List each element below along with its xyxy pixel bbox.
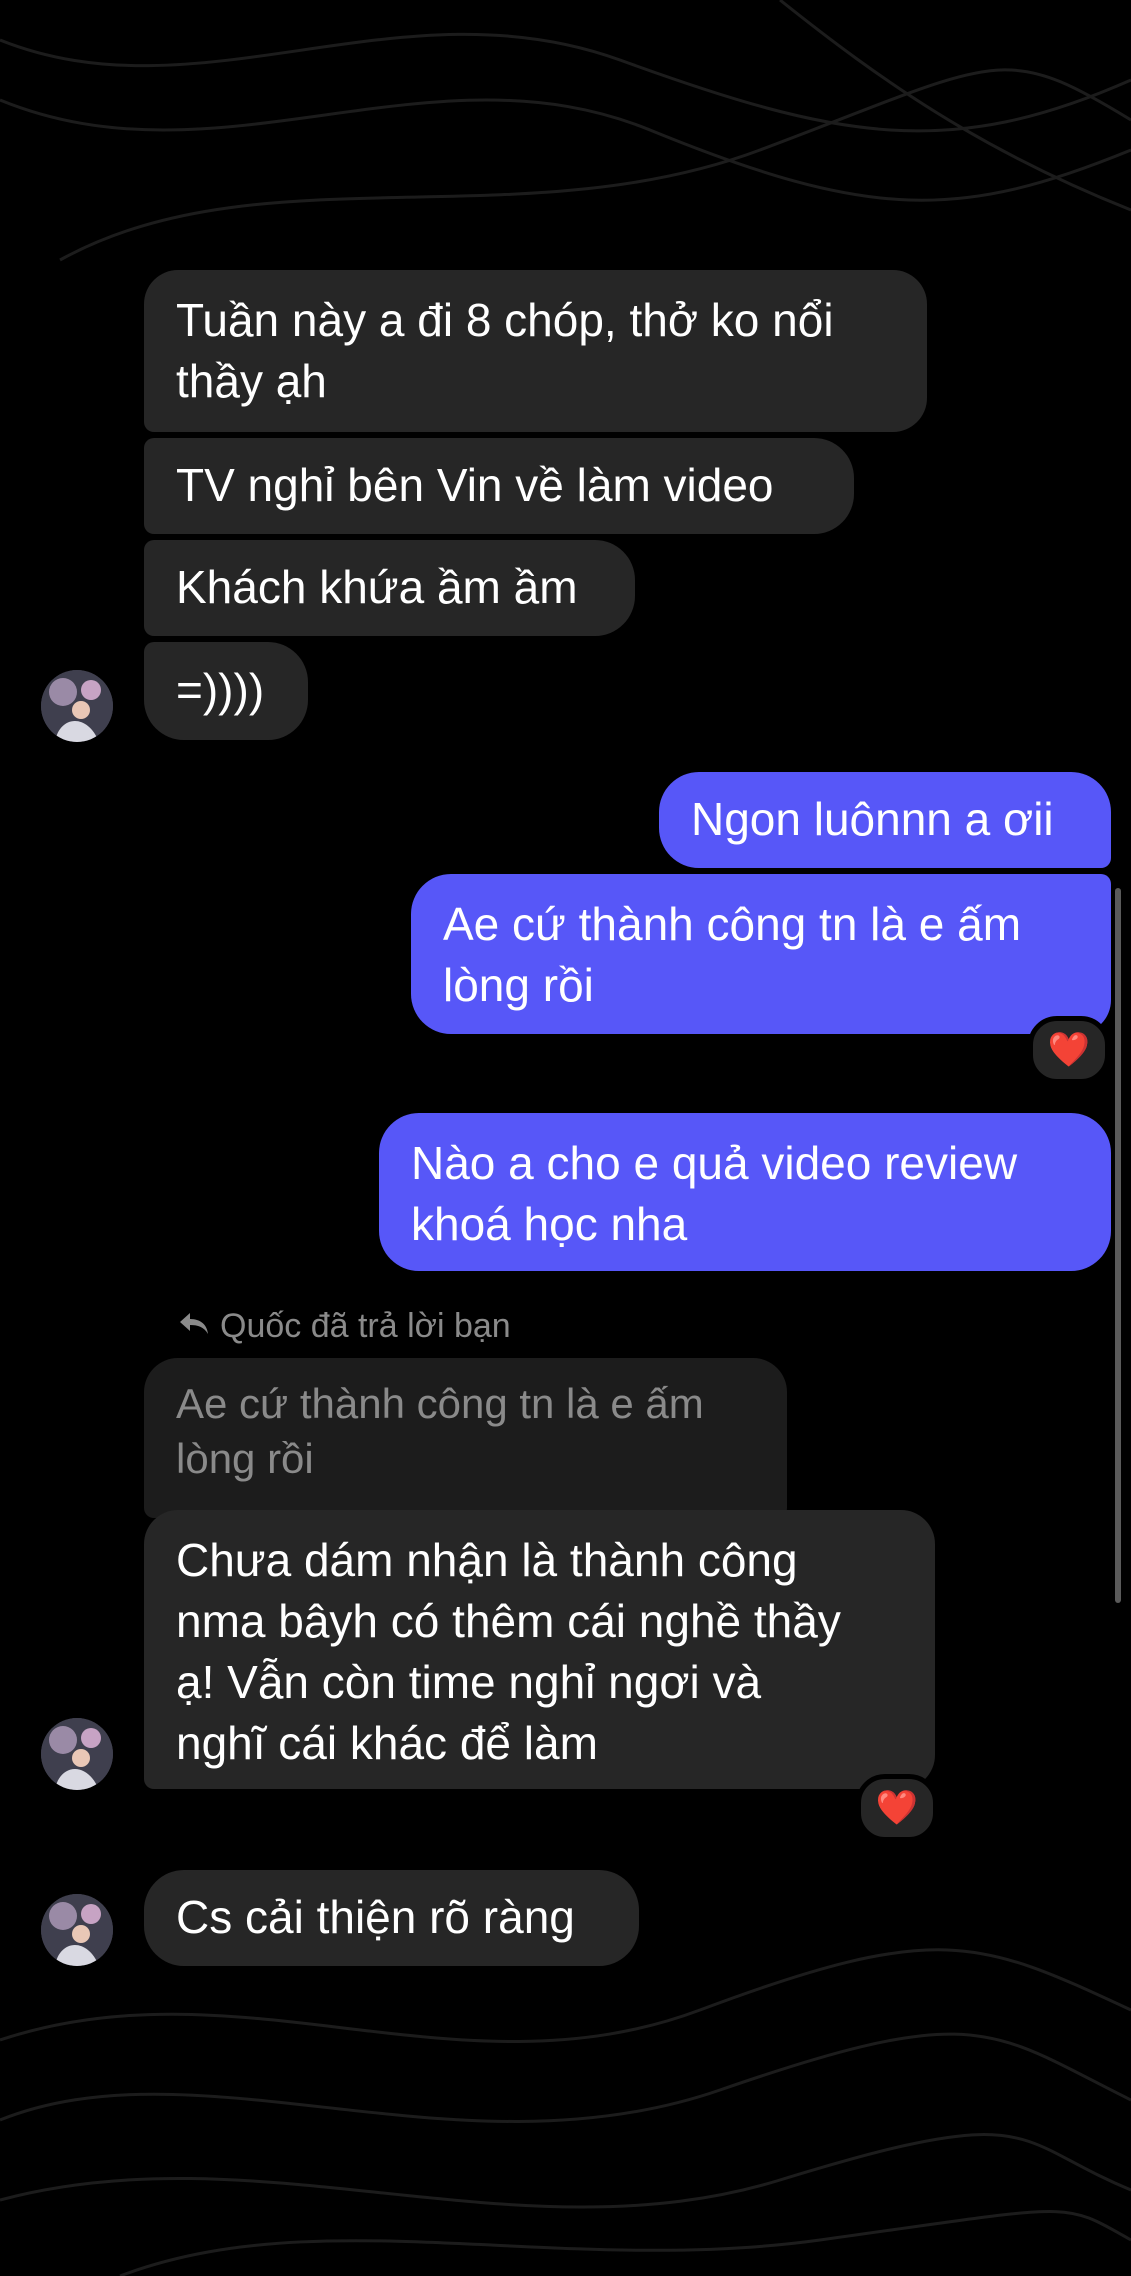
incoming-message[interactable]: Tuần này a đi 8 chóp, thở ko nổi thầy ạh [144, 270, 927, 432]
incoming-message[interactable]: =)))) [144, 642, 308, 740]
reply-arrow-icon [178, 1306, 210, 1346]
reply-indicator: Quốc đã trả lời bạn [178, 1306, 511, 1346]
chat-screen: Tuần này a đi 8 chóp, thở ko nổi thầy ạh… [0, 0, 1131, 2276]
reply-label-text: Quốc đã trả lời bạn [220, 1307, 511, 1345]
contact-avatar[interactable] [41, 1894, 113, 1966]
quoted-message[interactable]: Ae cứ thành công tn là e ấm lòng rồi [144, 1358, 787, 1518]
outgoing-message[interactable]: Ngon luônnn a ơii [659, 772, 1111, 868]
incoming-message[interactable]: Khách khứa ầm ầm [144, 540, 635, 636]
outgoing-message[interactable]: Ae cứ thành công tn là e ấm lòng rồi [411, 874, 1111, 1034]
message-list[interactable]: Tuần này a đi 8 chóp, thở ko nổi thầy ạh… [0, 0, 1131, 2276]
contact-avatar[interactable] [41, 670, 113, 742]
incoming-message[interactable]: Chưa dám nhận là thành công nma bâyh có … [144, 1510, 935, 1789]
scrollbar[interactable] [1115, 888, 1121, 1603]
outgoing-message[interactable]: Nào a cho e quả video review khoá học nh… [379, 1113, 1111, 1271]
incoming-message[interactable]: TV nghỉ bên Vin về làm video [144, 438, 854, 534]
incoming-message[interactable]: Cs cải thiện rõ ràng [144, 1870, 639, 1966]
heart-reaction[interactable]: ❤️ [856, 1774, 938, 1842]
contact-avatar[interactable] [41, 1718, 113, 1790]
heart-reaction[interactable]: ❤️ [1028, 1016, 1110, 1084]
